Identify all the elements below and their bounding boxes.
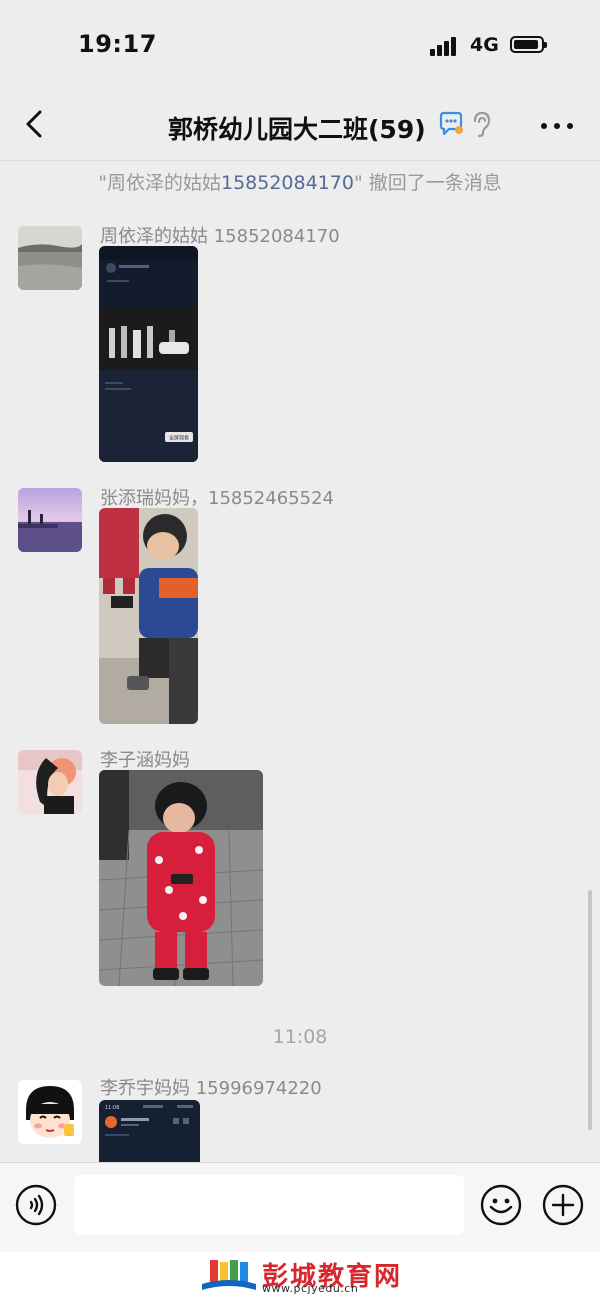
emoji-button[interactable] [479,1183,523,1227]
avatar[interactable] [18,226,82,290]
title-icons [437,110,497,140]
sender-name: 李子涵妈妈 [100,750,190,771]
more-functions-button[interactable] [541,1183,585,1227]
fullscreen-label: 全屏观看 [169,435,189,442]
recall-suffix: 撤回了一条消息 [362,172,502,194]
avatar[interactable] [18,750,82,814]
voice-icon [15,1184,57,1226]
image-message[interactable]: 11:08 [99,1100,200,1162]
chat-title: 郭桥幼儿园大二班(59) [168,115,426,144]
plus-icon [542,1184,584,1226]
time-divider: 11:08 [272,1026,328,1048]
status-bar: 19:17 4G [0,0,600,88]
avatar[interactable] [18,488,82,552]
chevron-left-icon [26,110,42,138]
smiley-icon [480,1184,522,1226]
sender-name: 张添瑞妈妈，15852465524 [100,488,334,509]
message-input[interactable] [74,1175,464,1235]
network-type: 4G [470,34,499,56]
battery-icon [510,36,547,53]
watermark-url: www.pcjyedu.cn [262,1282,359,1295]
status-time: 19:17 [78,30,157,58]
image-message[interactable]: 全屏观看 [99,246,198,462]
recall-quote-open: " [98,172,107,194]
sender-name: 李乔宇妈妈 15996974220 [100,1078,322,1099]
more-options-button[interactable] [535,106,579,146]
image-message[interactable] [99,770,263,986]
book-logo-icon [202,1260,256,1290]
ear-icon [473,111,491,138]
recall-phone-link[interactable]: 15852084170 [221,172,354,194]
sender-name: 周依泽的姑姑 15852084170 [100,226,340,247]
chat-header: 郭桥幼儿园大二班(59) [0,90,600,161]
chat-bubble-icon [439,111,463,136]
voice-button[interactable] [14,1183,58,1227]
scrollbar[interactable] [588,890,592,1130]
input-bar [0,1162,600,1253]
avatar[interactable] [18,1080,82,1144]
back-button[interactable] [16,104,56,144]
watermark: 彭城教育网 www.pcjyedu.cn [0,1252,600,1300]
image-message[interactable] [99,508,198,724]
signal-icon [430,36,460,56]
recall-notice: "周依泽的姑姑15852084170" 撤回了一条消息 [0,168,600,195]
recall-quote-close: " [353,172,363,194]
image-status-time: 11:08 [105,1105,119,1111]
recall-name: 周依泽的姑姑 [106,172,221,194]
